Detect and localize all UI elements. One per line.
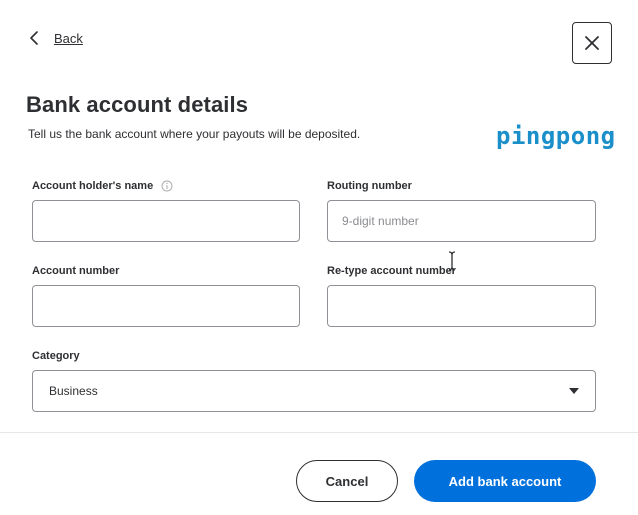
retype-account-number-label: Re-type account number bbox=[327, 265, 456, 277]
retype-account-number-label-text: Re-type account number bbox=[327, 265, 456, 277]
category-select[interactable]: Business bbox=[32, 370, 596, 412]
category-selected-value: Business bbox=[49, 384, 98, 398]
chevron-left-icon bbox=[30, 31, 38, 45]
text-cursor-icon bbox=[448, 251, 456, 271]
back-link[interactable]: Back bbox=[28, 30, 83, 46]
account-number-input[interactable] bbox=[32, 285, 300, 327]
routing-number-label: Routing number bbox=[327, 180, 412, 192]
close-button[interactable] bbox=[572, 22, 612, 64]
bank-account-dialog: Back Bank account details Tell us the ba… bbox=[0, 0, 638, 515]
back-label[interactable]: Back bbox=[54, 31, 83, 46]
add-bank-account-button[interactable]: Add bank account bbox=[414, 460, 596, 502]
cancel-button[interactable]: Cancel bbox=[296, 460, 398, 502]
account-number-label: Account number bbox=[32, 265, 119, 277]
page-title: Bank account details bbox=[26, 92, 249, 117]
account-number-label-text: Account number bbox=[32, 265, 120, 277]
retype-account-number-input[interactable] bbox=[327, 285, 596, 327]
page-subtitle: Tell us the bank account where your payo… bbox=[28, 127, 361, 141]
footer-divider bbox=[0, 432, 638, 433]
close-icon bbox=[585, 36, 599, 50]
category-label-text: Category bbox=[32, 350, 80, 362]
routing-number-label-text: Routing number bbox=[327, 180, 412, 192]
pingpong-logo: pingpong bbox=[496, 122, 616, 150]
account-holder-input[interactable] bbox=[32, 200, 300, 242]
category-label: Category bbox=[32, 350, 80, 362]
routing-number-input[interactable] bbox=[327, 200, 596, 242]
info-icon[interactable] bbox=[161, 180, 173, 192]
account-holder-label-text: Account holder's name bbox=[32, 180, 154, 192]
caret-down-icon bbox=[569, 388, 579, 394]
account-holder-label: Account holder's name bbox=[32, 180, 173, 192]
